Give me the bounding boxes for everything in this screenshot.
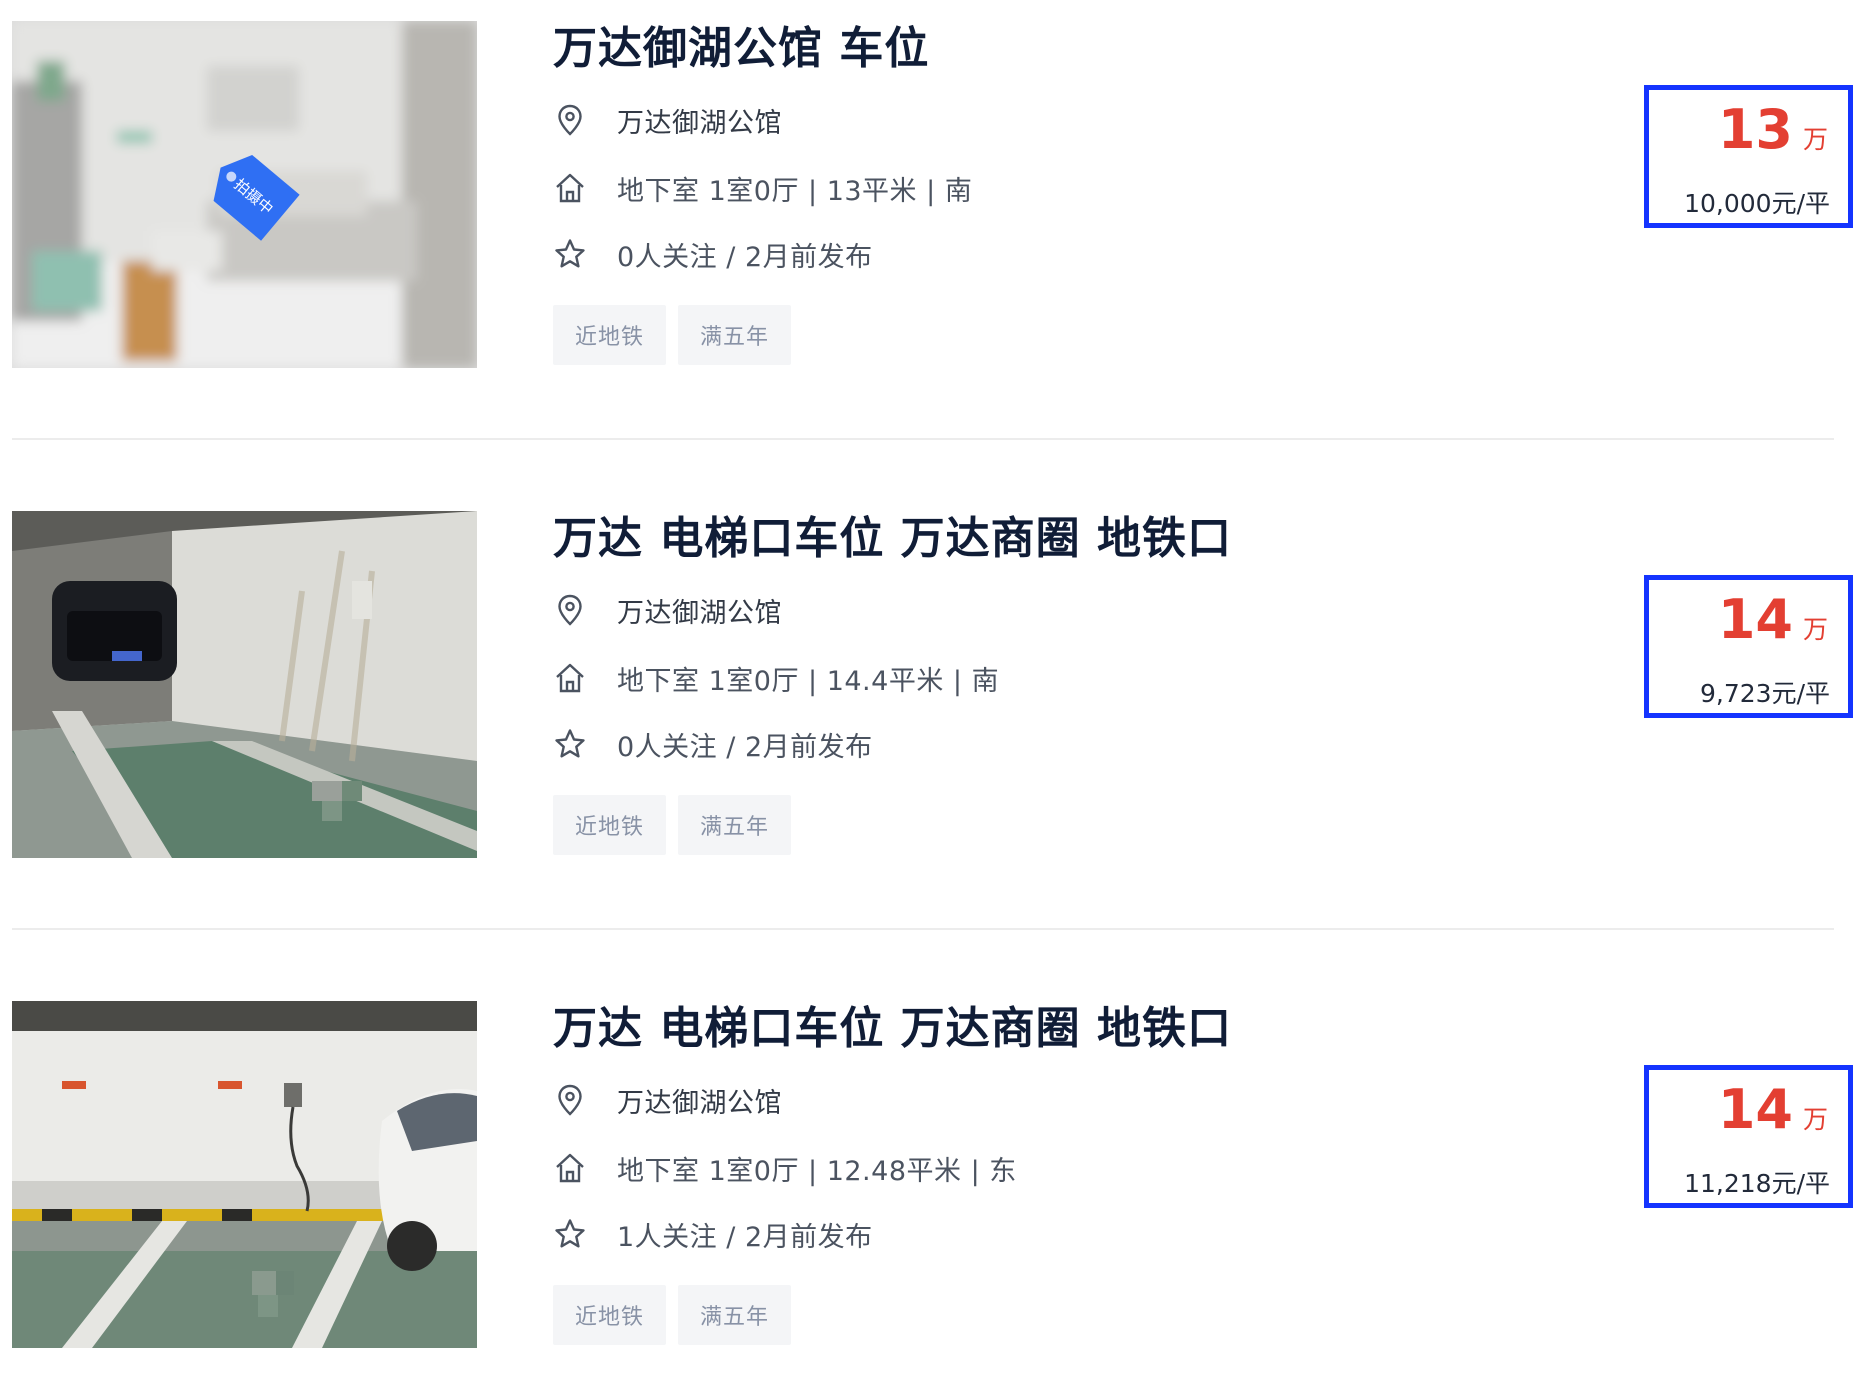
house-icon [556,1153,584,1183]
total-price: 14 万 [1718,1078,1828,1141]
tag-near-subway: 近地铁 [553,1285,667,1345]
listing-photo[interactable]: 拍摄中 [12,21,477,368]
follow-info: 1人关注 / 2月前发布 [617,1221,873,1253]
listing-item[interactable]: 万达 电梯口车位 万达商圈 地铁口 万达御湖公馆 地下室 1室0厅 | 14.4… [0,490,1866,910]
location-pin-icon [558,104,582,136]
unit-price: 10,000元/平 [1684,189,1830,218]
tag-over-five-years: 满五年 [678,1285,792,1345]
tag-near-subway: 近地铁 [553,305,667,365]
house-info-row: 地下室 1室0厅 | 13平米 | 南 [553,168,972,208]
community-link[interactable]: 万达御湖公馆 [617,591,782,630]
total-price-value: 13 [1717,98,1793,161]
house-icon [556,173,584,203]
location-pin-icon [558,594,582,626]
star-icon [555,239,585,268]
listing-title[interactable]: 万达御湖公馆 车位 [553,12,929,76]
total-price: 14 万 [1718,588,1828,651]
star-icon [555,729,585,758]
tag-over-five-years: 满五年 [678,305,792,365]
house-info: 地下室 1室0厅 | 12.48平米 | 东 [617,1155,1017,1187]
tag-list: 近地铁 满五年 [553,795,792,855]
listing-photo[interactable] [12,511,477,858]
total-price-value: 14 [1717,1078,1793,1141]
follow-info-row: 0人关注 / 2月前发布 [553,724,873,764]
house-info-row: 地下室 1室0厅 | 14.4平米 | 南 [553,658,999,698]
listing-title[interactable]: 万达 电梯口车位 万达商圈 地铁口 [553,502,1232,566]
community-row: 万达御湖公馆 [553,1080,782,1120]
community-row: 万达御湖公馆 [553,590,782,630]
price-box: 13 万 10,000元/平 [1644,85,1853,228]
follow-info: 0人关注 / 2月前发布 [617,731,873,763]
tag-list: 近地铁 满五年 [553,305,792,365]
house-info-row: 地下室 1室0厅 | 12.48平米 | 东 [553,1148,1017,1188]
community-link[interactable]: 万达御湖公馆 [617,1081,782,1120]
house-info: 地下室 1室0厅 | 13平米 | 南 [617,175,973,207]
community-link[interactable]: 万达御湖公馆 [617,101,782,140]
total-price-unit: 万 [1802,615,1828,644]
tag-near-subway: 近地铁 [553,795,667,855]
house-info: 地下室 1室0厅 | 14.4平米 | 南 [617,665,1000,697]
star-icon [555,1219,585,1248]
unit-price: 11,218元/平 [1684,1169,1830,1198]
tag-over-five-years: 满五年 [678,795,792,855]
house-icon [556,663,584,693]
follow-info: 0人关注 / 2月前发布 [617,241,873,273]
location-pin-icon [558,1084,582,1116]
total-price: 13 万 [1718,98,1828,161]
price-box: 14 万 11,218元/平 [1644,1065,1853,1208]
follow-info-row: 0人关注 / 2月前发布 [553,234,873,274]
tag-list: 近地铁 满五年 [553,1285,792,1345]
listing-item[interactable]: 万达 电梯口车位 万达商圈 地铁口 万达御湖公馆 地下室 1室0厅 | 12.4… [0,980,1866,1400]
listing-photo[interactable] [12,1001,477,1348]
auction-badge: 拍摄中 [213,154,300,241]
listing-item[interactable]: 拍摄中 万达御湖公馆 车位 万达御湖公馆 地下室 1室0厅 | 13平米 | 南… [0,0,1866,420]
total-price-value: 14 [1717,588,1793,651]
unit-price: 9,723元/平 [1700,679,1830,708]
follow-info-row: 1人关注 / 2月前发布 [553,1214,873,1254]
listing-divider [12,928,1834,930]
listing-title[interactable]: 万达 电梯口车位 万达商圈 地铁口 [553,992,1232,1056]
community-row: 万达御湖公馆 [553,100,782,140]
total-price-unit: 万 [1802,1105,1828,1134]
total-price-unit: 万 [1802,125,1828,154]
price-box: 14 万 9,723元/平 [1644,575,1853,718]
listing-divider [12,438,1834,440]
